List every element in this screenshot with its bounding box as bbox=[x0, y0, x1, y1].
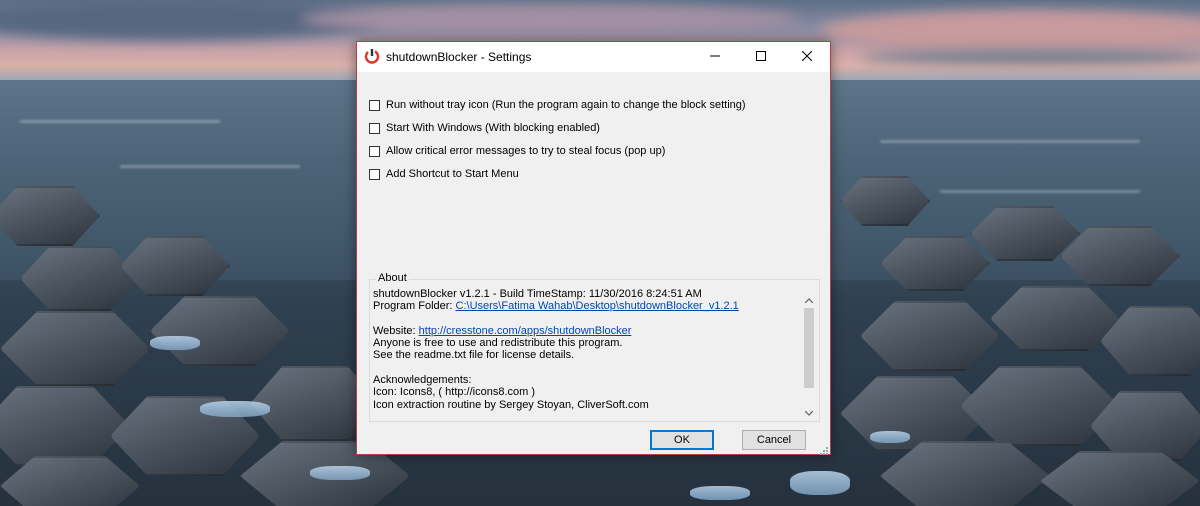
puddle bbox=[790, 471, 850, 495]
checkbox[interactable] bbox=[369, 168, 380, 180]
checkbox[interactable] bbox=[369, 122, 380, 134]
settings-window: shutdownBlocker - Settings Run without t… bbox=[356, 41, 831, 455]
website-link[interactable]: http://cresstone.com/apps/shutdownBlocke… bbox=[419, 325, 632, 337]
about-scrollbar[interactable] bbox=[800, 290, 817, 420]
rock bbox=[0, 311, 150, 386]
rock bbox=[0, 186, 100, 246]
rock bbox=[120, 236, 230, 296]
program-folder-label: Program Folder: bbox=[373, 300, 456, 313]
acknowledgements-heading: Acknowledgements: bbox=[373, 374, 472, 387]
option-add-shortcut[interactable]: Add Shortcut to Start Menu bbox=[369, 166, 519, 182]
checkbox[interactable] bbox=[369, 145, 380, 157]
cancel-button[interactable]: Cancel bbox=[742, 430, 806, 450]
rock bbox=[860, 301, 1000, 371]
scroll-thumb[interactable] bbox=[804, 308, 814, 388]
scroll-up-button[interactable] bbox=[800, 290, 817, 307]
option-allow-error-messages[interactable]: Allow critical error messages to try to … bbox=[369, 143, 665, 159]
title-bar[interactable]: shutdownBlocker - Settings bbox=[357, 42, 830, 72]
puddle bbox=[870, 431, 910, 443]
option-label: Run without tray icon (Run the program a… bbox=[386, 99, 746, 111]
option-label: Allow critical error messages to try to … bbox=[386, 145, 666, 157]
ack-extraction-line: Icon extraction routine by Sergey Stoyan… bbox=[373, 398, 649, 411]
program-folder-link[interactable]: C:\Users\Fatima Wahab\Desktop\shutdownBl… bbox=[456, 300, 739, 312]
puddle bbox=[690, 486, 750, 500]
minimize-button[interactable] bbox=[692, 42, 738, 72]
rock bbox=[20, 246, 140, 311]
close-icon bbox=[801, 48, 813, 66]
rock bbox=[840, 176, 930, 226]
rock bbox=[0, 386, 130, 466]
wave bbox=[880, 140, 1140, 143]
rock bbox=[880, 236, 990, 291]
about-textbox[interactable]: shutdownBlocker v1.2.1 - Build TimeStamp… bbox=[373, 288, 800, 420]
option-label: Add Shortcut to Start Menu bbox=[386, 168, 519, 180]
option-start-with-windows[interactable]: Start With Windows (With blocking enable… bbox=[369, 120, 600, 136]
free-use-line: Anyone is free to use and redistribute t… bbox=[373, 337, 623, 350]
checkbox[interactable] bbox=[369, 99, 380, 111]
rock bbox=[960, 366, 1120, 446]
option-label: Start With Windows (With blocking enable… bbox=[386, 122, 600, 134]
option-run-without-tray-icon[interactable]: Run without tray icon (Run the program a… bbox=[369, 97, 746, 113]
version-line: shutdownBlocker v1.2.1 - Build TimeStamp… bbox=[373, 288, 702, 300]
puddle bbox=[200, 401, 270, 417]
maximize-button[interactable] bbox=[738, 42, 784, 72]
maximize-icon bbox=[756, 48, 766, 66]
rock bbox=[150, 296, 290, 366]
window-title: shutdownBlocker - Settings bbox=[386, 50, 532, 64]
about-legend: About bbox=[376, 272, 409, 284]
chevron-down-icon bbox=[804, 403, 813, 421]
minimize-icon bbox=[710, 48, 720, 66]
program-folder-line: Program Folder: C:\Users\Fatima Wahab\De… bbox=[373, 300, 800, 312]
cloud bbox=[860, 50, 1200, 64]
close-button[interactable] bbox=[784, 42, 830, 72]
about-groupbox: About shutdownBlocker v1.2.1 - Build Tim… bbox=[369, 272, 820, 422]
resize-grip-icon[interactable] bbox=[818, 442, 828, 455]
ok-button[interactable]: OK bbox=[650, 430, 714, 450]
ack-icon-line: Icon: Icons8, ( http://icons8.com ) bbox=[373, 386, 536, 399]
readme-line: See the readme.txt file for license deta… bbox=[373, 349, 575, 362]
chevron-up-icon bbox=[804, 290, 813, 308]
scroll-down-button[interactable] bbox=[800, 403, 817, 420]
puddle bbox=[150, 336, 200, 350]
website-line: Website: http://cresstone.com/apps/shutd… bbox=[373, 325, 800, 337]
puddle bbox=[310, 466, 370, 480]
cloud bbox=[300, 4, 800, 34]
window-client-area: Run without tray icon (Run the program a… bbox=[357, 72, 830, 455]
cloud bbox=[820, 10, 1200, 50]
power-app-icon bbox=[364, 48, 380, 64]
wave bbox=[20, 120, 220, 123]
wave bbox=[120, 165, 300, 168]
website-label: Website: bbox=[373, 324, 419, 337]
